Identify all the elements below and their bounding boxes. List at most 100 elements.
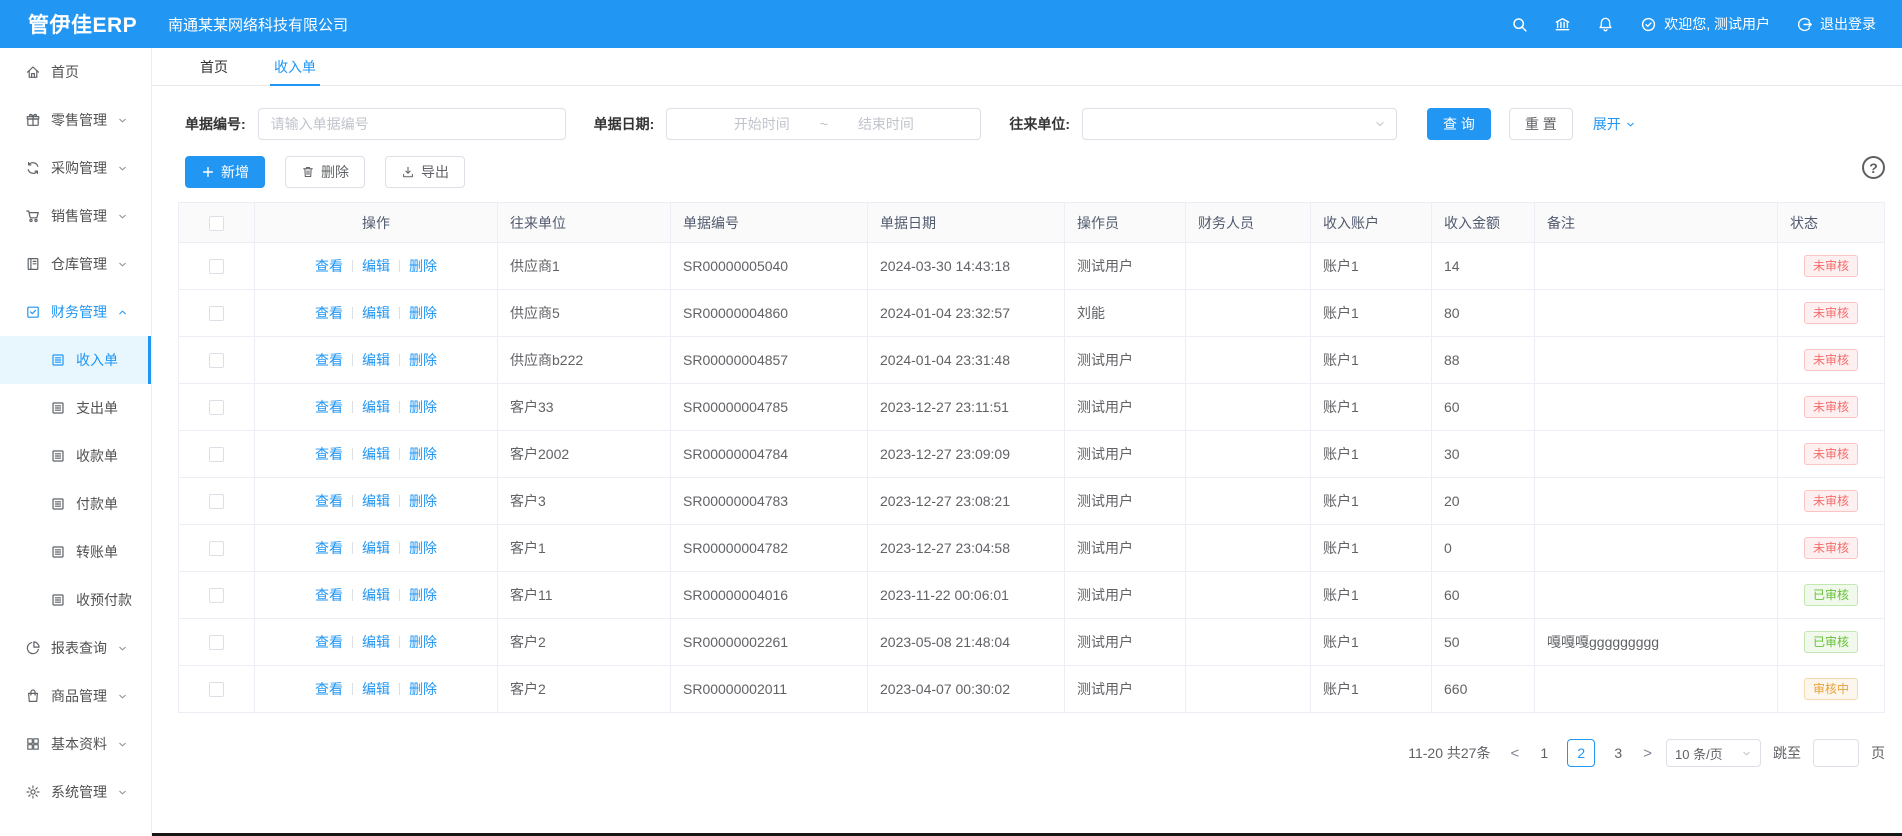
page-size-select[interactable]: 10 条/页 <box>1666 739 1761 767</box>
sidebar-item-payment[interactable]: 付款单 <box>0 480 151 528</box>
chevron-down-icon <box>1625 119 1636 130</box>
select-all-checkbox[interactable] <box>209 216 224 231</box>
delete-link[interactable]: 删除 <box>409 540 437 556</box>
sidebar-item-goods[interactable]: 商品管理 <box>0 672 151 720</box>
delete-link[interactable]: 删除 <box>409 446 437 462</box>
edit-link[interactable]: 编辑 <box>362 446 390 462</box>
row-checkbox[interactable] <box>209 353 224 368</box>
delete-link[interactable]: 删除 <box>409 305 437 321</box>
delete-link[interactable]: 删除 <box>409 634 437 650</box>
chevron-down-icon <box>117 115 128 126</box>
reset-button[interactable]: 重 置 <box>1509 108 1573 140</box>
sidebar-item-retail[interactable]: 零售管理 <box>0 96 151 144</box>
edit-link[interactable]: 编辑 <box>362 587 390 603</box>
bank-button[interactable] <box>1554 16 1571 33</box>
search-submit-button[interactable]: 查 询 <box>1427 108 1491 140</box>
notifications-button[interactable] <box>1597 16 1614 33</box>
add-button[interactable]: 新增 <box>185 156 265 188</box>
remark-cell: 嘎嘎嘎ggggggggg <box>1535 619 1778 666</box>
row-checkbox[interactable] <box>209 494 224 509</box>
status-cell: 审核中 <box>1778 666 1885 713</box>
view-link[interactable]: 查看 <box>315 446 343 462</box>
search-button[interactable] <box>1511 16 1528 33</box>
content: 首页收入单 单据编号: 单据日期: 开始时间 ~ 结束时间 往来单位: 查 询 … <box>152 48 1902 836</box>
sidebar-item-system[interactable]: 系统管理 <box>0 768 151 816</box>
sidebar-item-prepayment[interactable]: 收预付款 <box>0 576 151 624</box>
delete-button[interactable]: 删除 <box>285 156 365 188</box>
row-checkbox[interactable] <box>209 259 224 274</box>
delete-link[interactable]: 删除 <box>409 681 437 697</box>
prev-page-button[interactable]: < <box>1508 745 1521 762</box>
column-header: 收入金额 <box>1432 203 1535 243</box>
row-checkbox[interactable] <box>209 588 224 603</box>
row-checkbox[interactable] <box>209 306 224 321</box>
account-cell: 账户1 <box>1311 619 1432 666</box>
edit-link[interactable]: 编辑 <box>362 399 390 415</box>
actions-cell: 查看 编辑 删除 <box>255 478 498 525</box>
help-icon[interactable]: ? <box>1862 156 1885 179</box>
delete-link[interactable]: 删除 <box>409 399 437 415</box>
edit-link[interactable]: 编辑 <box>362 540 390 556</box>
doc-no-cell: SR00000004783 <box>671 478 868 525</box>
view-link[interactable]: 查看 <box>315 681 343 697</box>
date-range-picker[interactable]: 开始时间 ~ 结束时间 <box>666 108 981 140</box>
sidebar-item-basic[interactable]: 基本资料 <box>0 720 151 768</box>
logout-button[interactable]: 退出登录 <box>1796 14 1876 34</box>
sidebar-item-label: 销售管理 <box>51 206 107 226</box>
amount-cell: 50 <box>1432 619 1535 666</box>
page-unit-label: 页 <box>1871 743 1885 763</box>
sidebar-item-purchase[interactable]: 采购管理 <box>0 144 151 192</box>
row-checkbox[interactable] <box>209 400 224 415</box>
sidebar-item-home[interactable]: 首页 <box>0 48 151 96</box>
finance-icon <box>25 304 41 320</box>
sidebar-item-transfer[interactable]: 转账单 <box>0 528 151 576</box>
status-badge: 已审核 <box>1804 631 1858 653</box>
page-button-3[interactable]: 3 <box>1607 739 1629 767</box>
delete-link[interactable]: 删除 <box>409 258 437 274</box>
partner-select[interactable] <box>1082 108 1397 140</box>
welcome-user[interactable]: 欢迎您, 测试用户 <box>1640 14 1770 34</box>
edit-link[interactable]: 编辑 <box>362 681 390 697</box>
account-cell: 账户1 <box>1311 431 1432 478</box>
row-checkbox[interactable] <box>209 682 224 697</box>
sidebar-item-sales[interactable]: 销售管理 <box>0 192 151 240</box>
row-checkbox[interactable] <box>209 447 224 462</box>
sidebar-item-income[interactable]: 收入单 <box>0 336 151 384</box>
delete-link[interactable]: 删除 <box>409 352 437 368</box>
view-link[interactable]: 查看 <box>315 587 343 603</box>
edit-link[interactable]: 编辑 <box>362 258 390 274</box>
sidebar-item-reports[interactable]: 报表查询 <box>0 624 151 672</box>
view-link[interactable]: 查看 <box>315 634 343 650</box>
actions-cell: 查看 编辑 删除 <box>255 619 498 666</box>
view-link[interactable]: 查看 <box>315 352 343 368</box>
view-link[interactable]: 查看 <box>315 493 343 509</box>
view-link[interactable]: 查看 <box>315 305 343 321</box>
delete-link[interactable]: 删除 <box>409 587 437 603</box>
jump-page-input[interactable] <box>1813 739 1859 767</box>
sidebar-item-label: 收预付款 <box>76 590 132 610</box>
doc-no-input[interactable] <box>258 108 566 140</box>
view-link[interactable]: 查看 <box>315 399 343 415</box>
export-button[interactable]: 导出 <box>385 156 465 188</box>
sidebar-item-expense[interactable]: 支出单 <box>0 384 151 432</box>
view-link[interactable]: 查看 <box>315 540 343 556</box>
edit-link[interactable]: 编辑 <box>362 352 390 368</box>
tab-income[interactable]: 收入单 <box>274 48 316 85</box>
edit-link[interactable]: 编辑 <box>362 493 390 509</box>
edit-link[interactable]: 编辑 <box>362 634 390 650</box>
tab-home[interactable]: 首页 <box>200 48 228 85</box>
next-page-button[interactable]: > <box>1641 745 1654 762</box>
sidebar-item-receipt[interactable]: 收款单 <box>0 432 151 480</box>
sidebar-item-warehouse[interactable]: 仓库管理 <box>0 240 151 288</box>
page-button-1[interactable]: 1 <box>1533 739 1555 767</box>
edit-link[interactable]: 编辑 <box>362 305 390 321</box>
actions-cell: 查看 编辑 删除 <box>255 384 498 431</box>
row-checkbox[interactable] <box>209 541 224 556</box>
delete-link[interactable]: 删除 <box>409 493 437 509</box>
expand-filters-link[interactable]: 展开 <box>1593 114 1636 134</box>
page-button-2[interactable]: 2 <box>1567 739 1595 767</box>
row-checkbox[interactable] <box>209 635 224 650</box>
sidebar-item-finance[interactable]: 财务管理 <box>0 288 151 336</box>
sidebar-item-label: 首页 <box>51 62 79 82</box>
view-link[interactable]: 查看 <box>315 258 343 274</box>
